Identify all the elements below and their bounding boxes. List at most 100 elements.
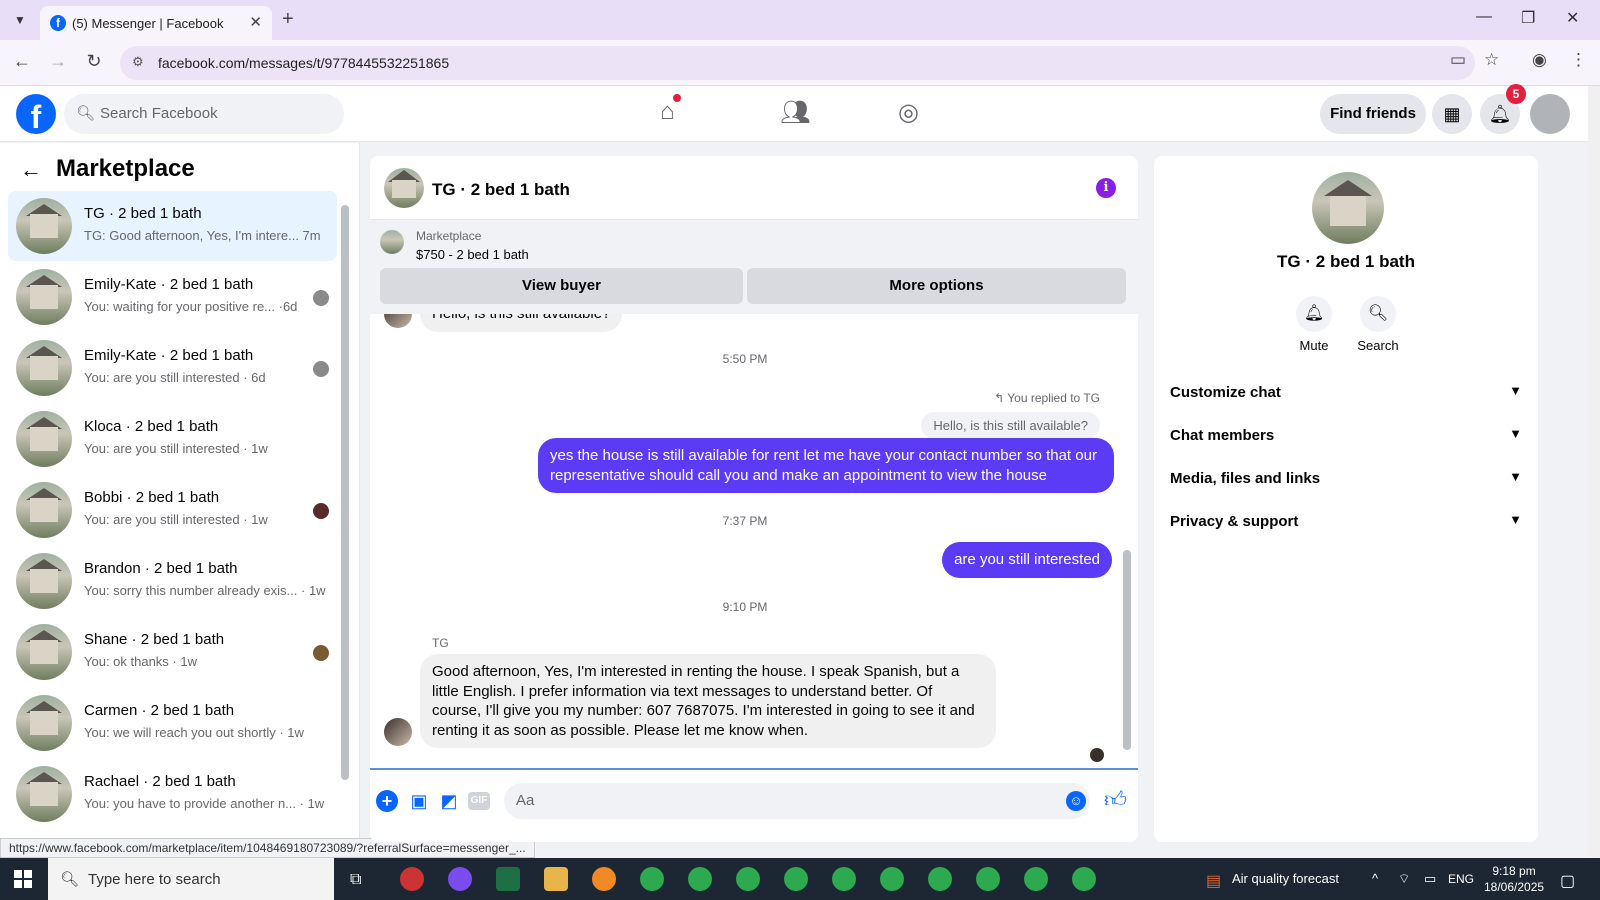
quoted-message[interactable]: Hello, is this still available? — [921, 412, 1100, 439]
chat-list-item[interactable]: TG · 2 bed 1 bath TG: Good afternoon, Ye… — [8, 191, 337, 261]
reload-icon[interactable]: ↻ — [82, 51, 106, 72]
chrome-taskbar-icon[interactable] — [832, 867, 856, 891]
file-explorer-icon[interactable] — [544, 867, 568, 891]
chat-list-item[interactable]: Brandon · 2 bed 1 bath You: sorry this n… — [8, 546, 337, 616]
tray-chevron-up-icon[interactable]: ^ — [1372, 871, 1378, 886]
minimize-button[interactable]: — — [1476, 8, 1492, 26]
facebook-logo-icon[interactable]: f — [16, 94, 56, 134]
chrome-taskbar-icon[interactable] — [976, 867, 1000, 891]
network-icon[interactable]: ⌔ — [1398, 871, 1410, 887]
chat-name: Brandon · 2 bed 1 bath — [84, 560, 238, 577]
media-files-links-section[interactable]: Media, files and links ▼ — [1170, 459, 1522, 499]
browser-toolbar: ← → ↻ ⚙ facebook.com/messages/t/97784455… — [0, 40, 1600, 86]
conversation-title[interactable]: TG · 2 bed 1 bath — [432, 180, 570, 200]
chat-list-item[interactable]: Emily-Kate · 2 bed 1 bath You: are you s… — [8, 333, 337, 403]
chrome-taskbar-icon[interactable] — [736, 867, 760, 891]
facebook-search-input[interactable]: 🔍︎ Search Facebook — [64, 94, 344, 134]
chat-list-scrollbar[interactable] — [341, 193, 349, 783]
weather-widget[interactable]: Air quality forecast — [1232, 871, 1339, 886]
tab-messenger[interactable]: f (5) Messenger | Facebook ✕ — [40, 6, 272, 40]
chrome-taskbar-icon[interactable] — [640, 867, 664, 891]
reply-label-text: You replied to TG — [1007, 391, 1100, 405]
close-window-button[interactable]: ✕ — [1566, 8, 1579, 28]
chrome-taskbar-icon[interactable] — [1072, 867, 1096, 891]
sender-avatar — [384, 718, 412, 746]
copilot-taskbar-icon[interactable] — [448, 867, 472, 891]
bookmark-star-icon[interactable]: ☆ — [1484, 50, 1499, 70]
excel-taskbar-icon[interactable] — [496, 867, 520, 891]
info-icon[interactable]: i — [1096, 178, 1116, 198]
back-arrow-icon[interactable]: ← — [10, 51, 34, 72]
new-tab-button[interactable]: + — [282, 8, 294, 30]
taskbar-clock[interactable]: 9:18 pm 18/06/2025 — [1484, 863, 1544, 895]
tab-list-chevron-icon[interactable]: ▼ — [8, 8, 32, 32]
sticker-icon[interactable]: ◩ — [438, 790, 460, 812]
restore-button[interactable]: ❐ — [1521, 8, 1535, 28]
listing-price[interactable]: $750 - 2 bed 1 bath — [416, 247, 529, 262]
chrome-taskbar-icon[interactable] — [688, 867, 712, 891]
thumbs-up-icon[interactable]: 👍︎ — [1104, 786, 1127, 813]
more-options-button[interactable]: More options — [747, 268, 1126, 304]
address-bar[interactable]: ⚙ facebook.com/messages/t/97784455322518… — [120, 46, 1475, 80]
chrome-taskbar-icon[interactable] — [928, 867, 952, 891]
home-icon[interactable]: ⌂ — [660, 94, 681, 126]
taskbar-search-input[interactable]: 🔍︎ Type here to search — [48, 858, 334, 900]
chat-list-item[interactable]: Bobbi · 2 bed 1 bath You: are you still … — [8, 475, 337, 545]
chat-list-item[interactable]: Shane · 2 bed 1 bath You: ok thanks · 1w — [8, 617, 337, 687]
battery-icon[interactable]: ▭ — [1424, 871, 1436, 887]
language-indicator[interactable]: ENG — [1448, 872, 1474, 886]
chat-list-item[interactable]: Carmen · 2 bed 1 bath You: we will reach… — [8, 688, 337, 758]
page-scrollbar[interactable] — [1588, 86, 1600, 858]
message-bubble-outgoing: are you still interested — [942, 542, 1112, 578]
customize-chat-section[interactable]: Customize chat ▼ — [1170, 373, 1522, 413]
timestamp: 9:10 PM — [722, 600, 768, 614]
conversation-window: TG · 2 bed 1 bath i Marketplace $750 - 2… — [370, 156, 1138, 842]
notifications-center-icon[interactable]: ▢ — [1560, 871, 1575, 891]
privacy-support-section[interactable]: Privacy & support ▼ — [1170, 502, 1522, 542]
close-tab-icon[interactable]: ✕ — [249, 13, 262, 31]
vlc-taskbar-icon[interactable] — [592, 867, 616, 891]
windows-start-icon[interactable] — [14, 870, 32, 888]
find-friends-button[interactable]: Find friends — [1320, 94, 1426, 134]
scrollbar-thumb[interactable] — [1123, 550, 1131, 750]
message-input[interactable]: Aa — [504, 783, 1090, 819]
chrome-taskbar-icon[interactable] — [1024, 867, 1048, 891]
air-quality-icon[interactable]: ▤ — [1206, 871, 1221, 891]
site-info-icon[interactable]: ⚙ — [132, 54, 144, 70]
bell-icon: 🔔︎ — [1296, 296, 1332, 332]
forward-arrow-icon[interactable]: → — [46, 51, 70, 72]
install-app-icon[interactable]: ▭ — [1450, 50, 1466, 70]
listing-thumbnail[interactable] — [380, 230, 404, 254]
scrollbar-thumb[interactable] — [341, 205, 349, 780]
marketplace-chat-list: ← Marketplace TG · 2 bed 1 bath TG: Good… — [0, 143, 360, 858]
emoji-icon[interactable]: ☺ — [1066, 791, 1086, 811]
url-text[interactable]: facebook.com/messages/t/9778445532251865 — [158, 55, 449, 71]
plus-icon[interactable]: + — [376, 790, 398, 812]
chat-list-item[interactable]: Rachael · 2 bed 1 bath You: you have to … — [8, 759, 337, 829]
conversation-avatar[interactable] — [384, 168, 424, 208]
search-conversation-button[interactable]: 🔍︎ Search — [1348, 296, 1408, 353]
profile-icon[interactable]: ◉ — [1532, 50, 1547, 70]
marketplace-listing-bar: Marketplace $750 - 2 bed 1 bath View buy… — [370, 220, 1138, 314]
message-scrollbar[interactable] — [1122, 314, 1132, 768]
mute-button[interactable]: 🔔︎ Mute — [1284, 296, 1344, 353]
task-view-icon[interactable]: ⧉ — [350, 871, 361, 889]
back-arrow-icon[interactable]: ← — [20, 157, 42, 183]
friends-icon[interactable]: 👥︎ — [780, 98, 810, 127]
gif-icon[interactable]: GIF — [468, 792, 490, 810]
chrome-taskbar-icon[interactable] — [784, 867, 808, 891]
chat-name: Bobbi · 2 bed 1 bath — [84, 489, 220, 506]
view-buyer-button[interactable]: View buyer — [380, 268, 743, 304]
section-label: Customize chat — [1170, 384, 1281, 401]
chrome-taskbar-icon[interactable] — [880, 867, 904, 891]
chat-list-item[interactable]: Kloca · 2 bed 1 bath You: are you still … — [8, 404, 337, 474]
menu-grid-icon[interactable]: ▦ — [1432, 94, 1472, 134]
groups-icon[interactable]: ◎ — [898, 98, 919, 127]
conversation-avatar-large[interactable] — [1312, 172, 1384, 244]
app-taskbar-icon[interactable] — [400, 867, 424, 891]
chat-list-item[interactable]: Emily-Kate · 2 bed 1 bath You: waiting f… — [8, 262, 337, 332]
chat-members-section[interactable]: Chat members ▼ — [1170, 416, 1522, 456]
menu-kebab-icon[interactable]: ⋮ — [1570, 50, 1587, 70]
account-avatar[interactable] — [1530, 94, 1570, 134]
photo-icon[interactable]: ▣ — [408, 790, 430, 812]
